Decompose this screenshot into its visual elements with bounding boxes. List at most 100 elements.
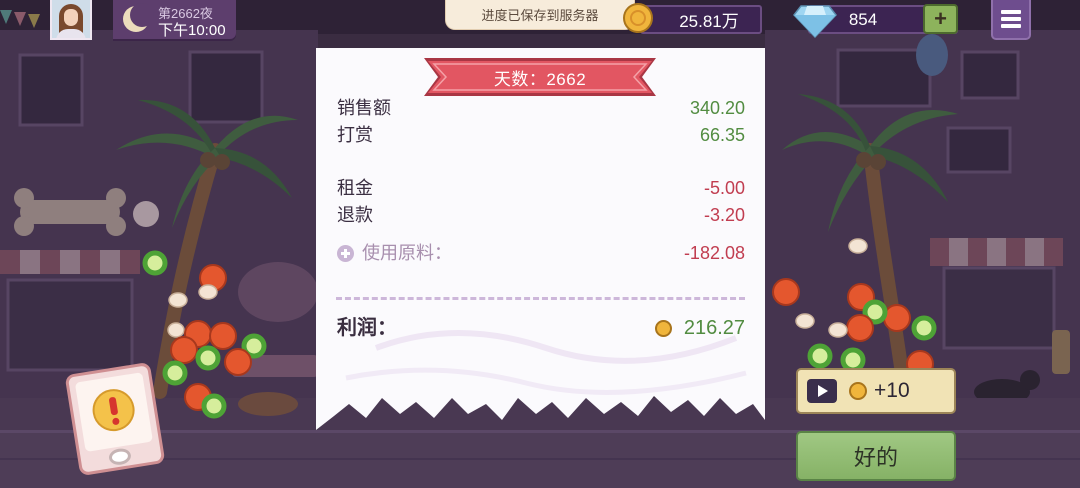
left-building	[0, 10, 318, 400]
add-gems-button[interactable]: +	[923, 4, 958, 34]
coin-icon	[654, 319, 672, 337]
coin-inner-ring	[630, 10, 646, 26]
alert-card-screen	[74, 372, 153, 452]
row-value: -182.08	[683, 243, 745, 263]
menu-button[interactable]	[991, 0, 1031, 40]
tomato-slice	[846, 314, 874, 342]
garlic-clove	[168, 292, 188, 308]
moon-shadow	[130, 3, 154, 27]
bone-sign-knob	[106, 188, 126, 208]
ok-button[interactable]: 好的	[796, 431, 956, 481]
summary-row-sales: 销售额 340.20	[337, 97, 745, 119]
shop-window	[6, 278, 134, 372]
window	[960, 50, 1020, 100]
awning-stripe	[0, 250, 20, 274]
bone-sign-knob	[106, 216, 126, 236]
awning-stripe	[1025, 238, 1044, 266]
row-value: 340.20	[689, 98, 745, 118]
summary-row-ingredients[interactable]: 使用原料： -182.08	[337, 242, 745, 264]
home-button-icon	[107, 447, 133, 467]
coconut	[856, 152, 872, 168]
avatar-shirt	[56, 29, 86, 38]
row-label: 打赏	[337, 125, 373, 145]
row-value: -3.20	[703, 205, 745, 225]
tomato-slice	[224, 348, 252, 376]
tomato-slice	[772, 278, 800, 306]
street-lamp	[1052, 330, 1070, 374]
watch-ad-bonus-button[interactable]: +10	[796, 368, 956, 414]
summary-row-rent: 租金 -5.00	[337, 177, 745, 199]
awning-stripe	[987, 238, 1006, 266]
row-label: 使用原料：	[362, 243, 452, 263]
awning-stripe	[1044, 238, 1063, 266]
tomato-slice	[170, 336, 198, 364]
awning-stripe	[60, 250, 80, 274]
jalapeno-slice	[162, 360, 188, 386]
row-value: 66.35	[699, 125, 745, 145]
awning-stripe	[100, 250, 120, 274]
awning-stripe	[949, 238, 968, 266]
crescent-moon-icon	[123, 3, 154, 32]
awning-stripe	[20, 250, 40, 274]
awning-stripe	[930, 238, 949, 266]
plus-circle-icon[interactable]	[337, 244, 354, 262]
fountain-bowl	[238, 262, 318, 322]
awning-stripe	[1006, 238, 1025, 266]
profit-amount: 216.27	[654, 315, 745, 341]
balloon	[916, 34, 948, 76]
jalapeno-slice	[201, 393, 227, 419]
clock-time: 下午10:00	[158, 22, 226, 39]
jalapeno-slice	[142, 250, 168, 276]
exclamation-icon	[89, 386, 138, 435]
player-avatar[interactable]	[50, 0, 92, 40]
jalapeno-slice	[195, 345, 221, 371]
summary-row-refunds: 退款 -3.20	[337, 204, 745, 226]
exclamation-bar	[108, 396, 119, 416]
diamond-lower-facet	[794, 15, 836, 37]
bread-loaf	[238, 392, 298, 416]
diamond-top-facet	[804, 6, 826, 15]
plus-vertical	[344, 248, 347, 258]
day-banner: 天数：2662	[424, 56, 656, 98]
garlic-clove	[167, 322, 185, 338]
exclamation-dot	[111, 417, 120, 426]
play-video-icon	[807, 379, 837, 403]
garlic-clove	[828, 322, 848, 338]
row-label: 销售额	[337, 98, 391, 118]
avatar-face	[64, 9, 78, 26]
hamburger-menu-icon	[1001, 10, 1021, 14]
awning-stripe	[40, 250, 60, 274]
summary-row-profit: 利润： 216.27	[337, 315, 745, 341]
jalapeno-slice	[911, 315, 937, 341]
awning-stripe	[120, 250, 140, 274]
awning-stripe	[968, 238, 987, 266]
ingredients-toggle[interactable]: 使用原料：	[337, 242, 452, 264]
bone-sign-knob	[14, 188, 34, 208]
hamburger-menu-icon-bar	[1001, 17, 1021, 21]
sleeping-cat-head	[1020, 370, 1040, 390]
garlic-clove	[848, 238, 868, 254]
window	[946, 126, 1012, 174]
hamburger-menu-icon-bar	[1001, 24, 1021, 28]
shop-window	[942, 266, 1056, 350]
row-value: -5.00	[703, 178, 745, 198]
row-label: 退款	[337, 205, 373, 225]
summary-row-tips: 打赏 66.35	[337, 124, 745, 146]
garlic-clove	[795, 313, 815, 329]
tomato-slice	[883, 304, 911, 332]
awning-stripe	[80, 250, 100, 274]
daily-summary-receipt: 天数：2662 销售额 340.20 打赏 66.35 租金 -5.00 退款 …	[316, 48, 765, 433]
garlic-clove	[198, 284, 218, 300]
jalapeno-slice	[840, 347, 866, 373]
row-label: 租金	[337, 178, 373, 198]
day-banner-text: 天数：2662	[493, 69, 587, 89]
jalapeno-slice	[807, 343, 833, 369]
alert-phone-card[interactable]	[64, 361, 166, 477]
coconut	[200, 152, 216, 168]
tomato-slice	[209, 322, 237, 350]
profit-label: 利润：	[337, 317, 397, 339]
coconut	[214, 154, 230, 170]
coin-icon	[849, 382, 867, 400]
coin-balance: 25.81万	[640, 5, 762, 34]
paw-sign	[133, 201, 159, 227]
